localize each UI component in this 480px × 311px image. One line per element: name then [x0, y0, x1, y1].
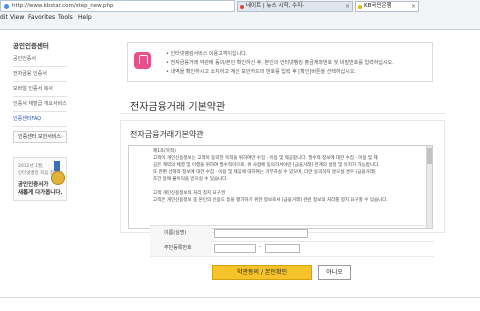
- menu-bar: dit View Favorites Tools Help: [0, 13, 480, 24]
- menu-help[interactable]: Help: [78, 14, 92, 21]
- scroll-thumb[interactable]: [427, 148, 432, 164]
- rrn-label: 주민등록번호: [150, 241, 212, 256]
- name-row: 이름(실명): [150, 226, 434, 242]
- tab-kb[interactable]: KB국민은행 ×: [355, 1, 419, 12]
- ribbon-icon: [54, 161, 60, 171]
- terms-title: 전자금융거래기본약관: [130, 130, 204, 139]
- tab-label: KB국민은행: [364, 3, 392, 9]
- decline-button[interactable]: 아니오: [318, 265, 351, 280]
- name-input[interactable]: [214, 229, 308, 238]
- menu-view[interactable]: View: [10, 14, 24, 21]
- chevron-right-icon: ›: [61, 134, 63, 140]
- sidebar-item-reissue[interactable]: 인증서 재발급 개요서비스: [13, 97, 67, 112]
- notice-line: • 내역을 확인하시고 소지하고 계신 보안카드의 번호를 입력 후 [확인]버…: [166, 69, 356, 75]
- promo-line-1: 2012년 1월,: [18, 164, 44, 169]
- sidebar-item-mobile-copy[interactable]: 모바일 인증서 복사: [13, 82, 67, 97]
- footer-divider: [0, 297, 480, 298]
- close-icon[interactable]: ×: [411, 2, 416, 11]
- terms-textbox[interactable]: 제1조(목적) 고객이 개인신용정보는 고객이 동의한 목적을 위하여만 수집 …: [128, 145, 433, 229]
- address-text[interactable]: http://www.kbstar.com/step_new.php: [12, 3, 114, 9]
- sidebar-nav: 공인인증서 전자금융 인증서 모바일 인증서 복사 인증서 재발급 개요서비스 …: [13, 52, 67, 127]
- menu-edit[interactable]: dit: [0, 14, 8, 21]
- promo-headline-1: 공인인증서가: [18, 182, 49, 188]
- nate-tab-icon: [240, 5, 244, 9]
- kb-tab-icon: [358, 5, 362, 9]
- page-icon: [4, 4, 9, 9]
- terms-line: 고객은 개인신용정보 중 본인의 신용도 등을 평가하기 위한 정보로서 [금융…: [153, 198, 388, 203]
- security-service-label: 인증센터 보안서비스: [18, 134, 61, 140]
- page-title: 전자금융거래 기본약관: [130, 102, 226, 113]
- address-bar[interactable]: http://www.kbstar.com/step_new.php: [0, 0, 235, 12]
- notice-line: • 인터넷뱅킹서비스 이용고객이십니다.: [166, 51, 248, 57]
- sidebar-item-faq[interactable]: 인증센터FAQ: [13, 112, 67, 127]
- tab-label: 네이트 | 뉴스 시작, 수지-: [246, 3, 305, 9]
- close-icon[interactable]: ×: [345, 2, 350, 11]
- terms-line: 고객 개인신용정보의 처리 정지 요구권: [153, 191, 225, 196]
- menu-favorites[interactable]: Favorites: [28, 14, 55, 21]
- terms-line: 공은 계약의 체결 및 이행을 위하여 필수적이므로, 위 사항에 동의하셔야만…: [153, 163, 380, 168]
- promo-banner[interactable]: 2012년 1월, 인터넷뱅킹 처음 접속시 공인인증서가 새롭게 다가옵니다.: [13, 157, 67, 201]
- promo-headline-2: 새롭게 다가옵니다.: [18, 190, 63, 196]
- rrn-row: 주민등록번호 -: [150, 241, 434, 257]
- medal-icon: [51, 171, 65, 185]
- name-label: 이름(실명): [150, 226, 212, 241]
- rrn-dash: -: [259, 243, 262, 250]
- terms-scrollbar[interactable]: [426, 146, 432, 228]
- sidebar-title: 공인인증센터: [13, 42, 49, 50]
- divider: [120, 113, 445, 114]
- sidebar-item-certificate[interactable]: 공인인증서: [13, 52, 67, 67]
- notice-box: • 인터넷뱅킹서비스 이용고객이십니다. • 전자금융거래 약관에 동의/본인 …: [127, 42, 433, 82]
- rrn-back-input[interactable]: [265, 244, 300, 253]
- rrn-front-input[interactable]: [214, 244, 256, 253]
- notice-line: • 전자금융거래 약관에 동의/본인 확인하신 후, 본인의 인터넷뱅킹 출금계…: [166, 60, 394, 66]
- menu-tools[interactable]: Tools: [58, 14, 73, 21]
- terms-line: 또 한편 선택적 정보에 대한 수집 · 이용 및 제공에 대하여는 거부하실 …: [153, 170, 376, 175]
- terms-line: 고객이 개인신용정보는 고객이 동의한 목적을 위하여만 수집 · 이용 및 제…: [153, 156, 378, 161]
- browser-chrome: http://www.kbstar.com/step_new.php 네이트 |…: [0, 0, 480, 30]
- terms-line: 제1조(목적): [153, 149, 176, 154]
- lock-icon: [134, 52, 151, 69]
- terms-line: 조건 등에 불이익을 받으실 수 있습니다.: [153, 177, 228, 182]
- security-service-button[interactable]: 인증센터 보안서비스 ›: [13, 131, 67, 143]
- sidebar-item-efinance-cert[interactable]: 전자금융 인증서: [13, 67, 67, 82]
- identity-form: 이름(실명) 주민등록번호 -: [150, 225, 434, 257]
- tab-nate[interactable]: 네이트 | 뉴스 시작, 수지- ×: [237, 1, 353, 12]
- agree-confirm-button[interactable]: 약관동의 / 본인확인: [212, 265, 312, 280]
